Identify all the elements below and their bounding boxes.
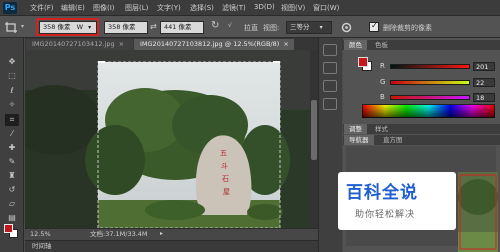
highlight-box: [36, 18, 99, 36]
red-slider[interactable]: [390, 64, 470, 69]
document-tab[interactable]: IMG20140727103412.jpg ×: [26, 39, 133, 50]
crop-tool-icon[interactable]: ⌗: [5, 114, 19, 126]
lasso-tool-icon[interactable]: ℓ: [5, 85, 19, 97]
close-icon[interactable]: ×: [119, 40, 124, 48]
close-icon[interactable]: ×: [283, 40, 288, 48]
svg-text:五: 五: [220, 149, 227, 157]
menu-view[interactable]: 视图(V): [281, 3, 305, 13]
select-arrow-icon: ▾: [319, 24, 323, 31]
healing-brush-tool-icon[interactable]: ✚: [5, 142, 19, 154]
tab-navigator[interactable]: 导航器: [344, 135, 374, 145]
timeline-label[interactable]: 时间轴: [32, 241, 52, 251]
menu-type[interactable]: 文字(Y): [157, 3, 181, 13]
rotate-icon[interactable]: ↻: [211, 20, 219, 31]
watermark-title: 百科全说: [346, 183, 418, 203]
menu-edit[interactable]: 编辑(E): [61, 3, 85, 13]
watermark-subtitle: 助你轻松解决: [355, 210, 416, 220]
paragraph-panel-icon[interactable]: [323, 98, 337, 110]
menu-select[interactable]: 选择(S): [190, 3, 214, 13]
color-spectrum-shade: [362, 104, 495, 118]
crop-dropdown-arrow-icon[interactable]: ▾: [21, 23, 24, 30]
view-label: 视图:: [263, 24, 280, 32]
move-tool-icon[interactable]: ✥: [5, 56, 19, 68]
blue-label: B: [380, 93, 385, 101]
blue-value-field[interactable]: 18: [473, 93, 495, 102]
character-panel-icon[interactable]: [323, 80, 337, 92]
red-label: R: [380, 62, 385, 70]
svg-text:斗: 斗: [221, 162, 228, 170]
foreground-color-swatch[interactable]: [4, 224, 13, 233]
canvas-area[interactable]: 五 斗 石 屋: [25, 50, 310, 228]
eyedropper-tool-icon[interactable]: ⁄: [5, 128, 19, 140]
stamp-tool-icon[interactable]: ♜: [5, 170, 19, 182]
green-slider[interactable]: [390, 80, 470, 85]
red-value-field[interactable]: 201: [473, 62, 495, 71]
navigator-thumbnail: [458, 172, 498, 252]
tab-swatches[interactable]: 色板: [370, 40, 393, 50]
document-info: 文档:37.1M/33.4M: [90, 230, 148, 238]
menu-file[interactable]: 文件(F): [30, 3, 54, 13]
photoshop-logo: Ps: [3, 2, 17, 14]
straighten-label[interactable]: 拉直: [244, 23, 258, 33]
history-panel-icon[interactable]: [323, 44, 337, 56]
tab-adjustments[interactable]: 调整: [344, 124, 367, 134]
history-brush-tool-icon[interactable]: ↺: [5, 184, 19, 196]
marquee-tool-icon[interactable]: ⬚: [5, 70, 19, 82]
magic-wand-tool-icon[interactable]: ✧: [5, 99, 19, 111]
scrollbar-thumb[interactable]: [311, 100, 317, 160]
tab-color[interactable]: 颜色: [344, 40, 367, 50]
svg-text:屋: 屋: [223, 188, 230, 196]
eraser-tool-icon[interactable]: ▱: [5, 198, 19, 210]
green-value-field[interactable]: 22: [473, 78, 495, 87]
status-bar: [25, 228, 318, 240]
view-select[interactable]: 三等分 ▾: [286, 21, 332, 34]
gradient-tool-icon[interactable]: ▤: [5, 212, 19, 224]
menu-3d[interactable]: 3D(D): [254, 3, 275, 11]
tab-styles[interactable]: 样式: [370, 124, 393, 134]
tab-histogram[interactable]: 直方图: [378, 135, 408, 145]
photo-image: 五 斗 石 屋: [25, 50, 310, 228]
timeline-bar: [25, 240, 318, 252]
clear-icon[interactable]: √: [228, 22, 232, 29]
menu-layer[interactable]: 图层(L): [125, 3, 148, 13]
delete-cropped-pixels-checkbox[interactable]: [369, 21, 379, 32]
brush-tool-icon[interactable]: ✎: [5, 156, 19, 168]
menu-image[interactable]: 图像(I): [93, 3, 115, 13]
delete-cropped-pixels-label: 删除裁剪的像素: [383, 24, 432, 32]
gear-icon[interactable]: [340, 21, 353, 34]
menu-window[interactable]: 窗口(W): [313, 3, 339, 13]
zoom-level[interactable]: 12.5%: [30, 229, 51, 239]
document-tab-active[interactable]: IMG20140727103812.jpg @ 12.5%(RGB/8) ×: [134, 39, 294, 50]
properties-panel-icon[interactable]: [323, 62, 337, 74]
menu-filter[interactable]: 滤镜(T): [222, 3, 246, 13]
swap-dimensions-icon[interactable]: ⇄: [150, 22, 157, 31]
green-label: G: [380, 78, 386, 86]
svg-text:石: 石: [222, 175, 229, 183]
height-field[interactable]: 441 像素: [160, 21, 204, 34]
blue-slider[interactable]: [390, 95, 470, 100]
status-menu-arrow-icon[interactable]: ▸: [160, 229, 163, 239]
crop-icon[interactable]: [4, 21, 18, 34]
panel-foreground-swatch[interactable]: [358, 57, 368, 67]
width-field[interactable]: 358 像素: [104, 21, 148, 34]
